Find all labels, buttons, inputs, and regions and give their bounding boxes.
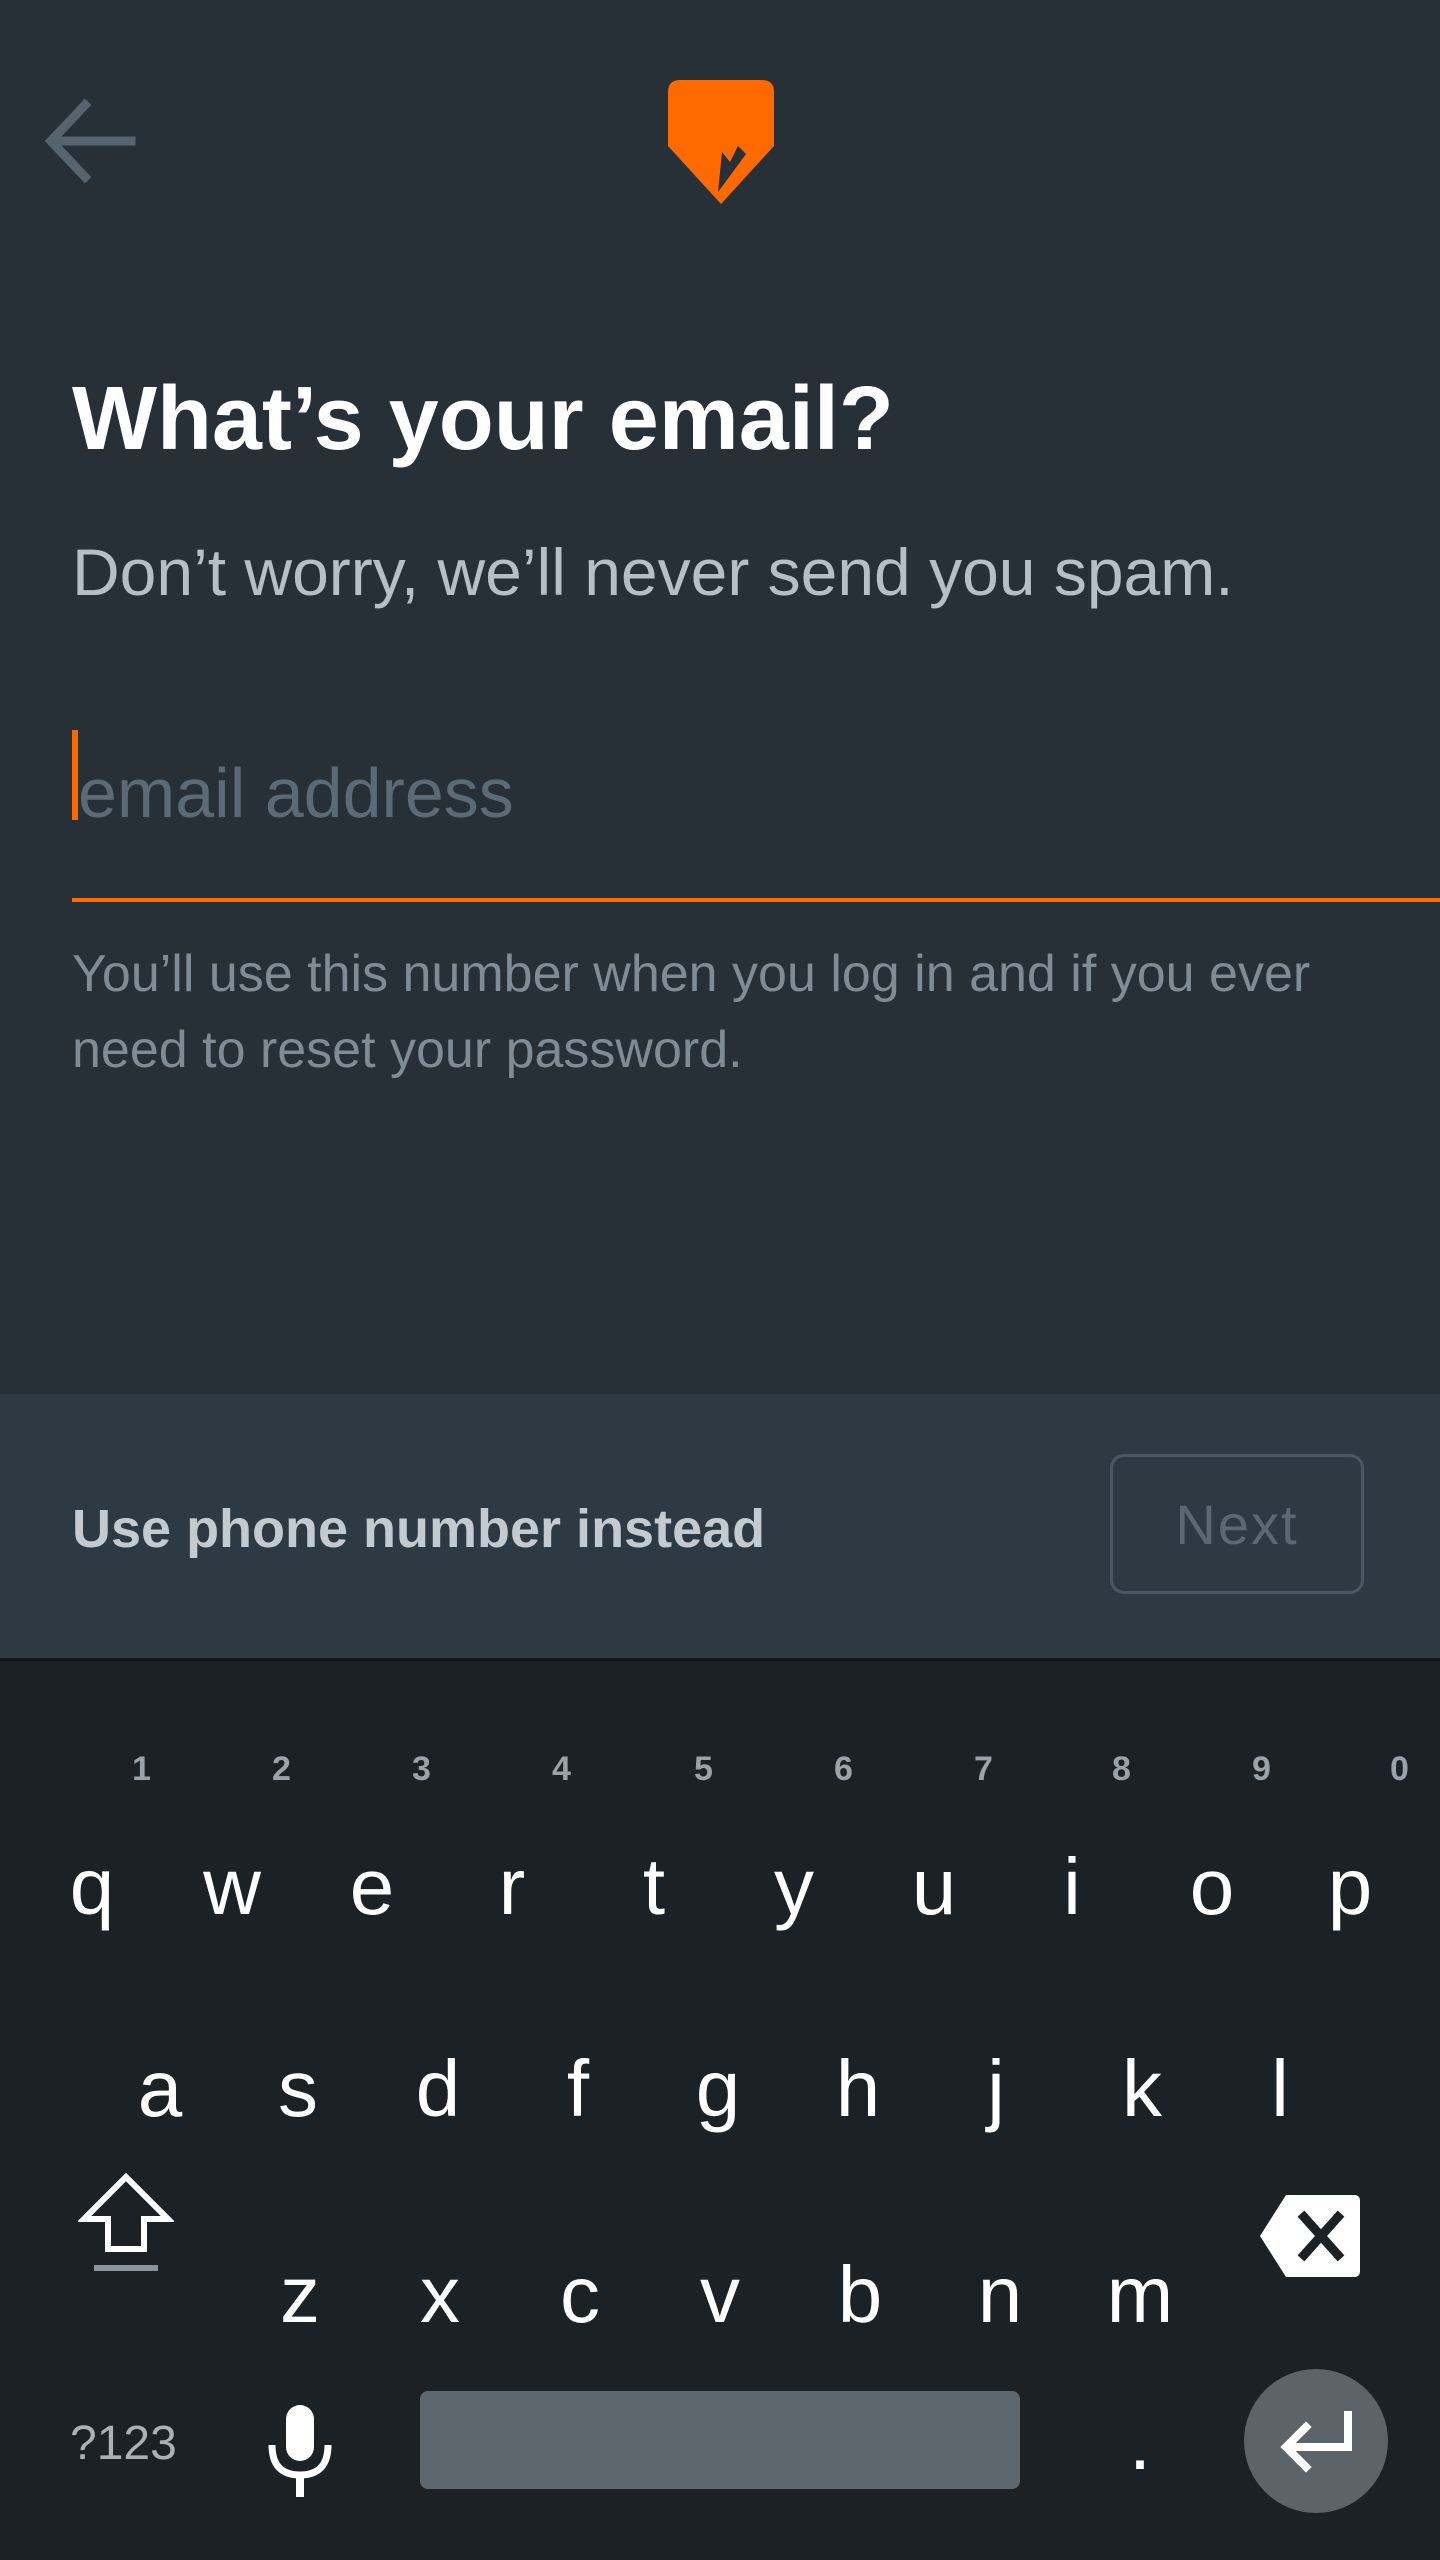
delete-key[interactable]: [1258, 2191, 1362, 2281]
key-w[interactable]: w: [162, 1837, 302, 1937]
key-y[interactable]: y: [724, 1837, 864, 1937]
page-title: What’s your email?: [72, 369, 894, 469]
key-hint-5: 5: [694, 1750, 713, 1788]
period-key[interactable]: .: [1100, 2396, 1180, 2488]
key-j[interactable]: j: [926, 2039, 1066, 2139]
helper-text: You’ll use this number when you log in a…: [72, 945, 1311, 1079]
page-subtitle: Don’t worry, we’ll never send you spam.: [72, 535, 1234, 609]
key-f[interactable]: f: [508, 2039, 648, 2139]
key-a[interactable]: a: [90, 2039, 230, 2139]
key-q[interactable]: q: [22, 1837, 162, 1937]
use-phone-link[interactable]: Use phone number instead: [72, 1498, 765, 1560]
key-hint-6: 6: [834, 1750, 853, 1788]
enter-key[interactable]: [1244, 2369, 1388, 2513]
key-r[interactable]: r: [442, 1837, 582, 1937]
shift-indicator: [94, 2265, 158, 2271]
email-input[interactable]: [72, 718, 1440, 868]
key-hint-0: 0: [1390, 1750, 1409, 1788]
next-button[interactable]: Next: [1110, 1454, 1364, 1594]
key-hint-9: 9: [1252, 1750, 1271, 1788]
space-key[interactable]: [420, 2391, 1020, 2489]
key-h[interactable]: h: [788, 2039, 928, 2139]
key-s[interactable]: s: [228, 2039, 368, 2139]
email-field[interactable]: [72, 718, 1440, 902]
key-m[interactable]: m: [1070, 2245, 1210, 2345]
key-e[interactable]: e: [302, 1837, 442, 1937]
key-z[interactable]: z: [230, 2245, 370, 2345]
key-b[interactable]: b: [790, 2245, 930, 2345]
key-hint-7: 7: [974, 1750, 993, 1788]
key-l[interactable]: l: [1210, 2039, 1350, 2139]
key-g[interactable]: g: [648, 2039, 788, 2139]
key-hint-3: 3: [412, 1750, 431, 1788]
arrow-left-icon: [44, 98, 136, 184]
shift-arrow-icon: [78, 2172, 174, 2252]
key-o[interactable]: o: [1142, 1837, 1282, 1937]
app-logo: [668, 80, 774, 204]
microphone-icon: [268, 2405, 332, 2497]
email-field-underline: [72, 898, 1440, 902]
soft-keyboard: q 1 w 2 e 3 r 4 t 5 y 6 u 7 i 8 o 9 p 0 asdfghjkl zxcvbnm ?…: [0, 1661, 1440, 2560]
key-v[interactable]: v: [650, 2245, 790, 2345]
key-hint-8: 8: [1112, 1750, 1131, 1788]
key-t[interactable]: t: [584, 1837, 724, 1937]
key-k[interactable]: k: [1072, 2039, 1212, 2139]
action-bar: Use phone number instead Next: [0, 1394, 1440, 1661]
text-caret: [72, 730, 78, 820]
shift-key[interactable]: [64, 2171, 188, 2301]
key-c[interactable]: c: [510, 2245, 650, 2345]
key-hint-1: 1: [132, 1750, 151, 1788]
enter-icon: [1280, 2411, 1352, 2473]
key-hint-2: 2: [272, 1750, 291, 1788]
logo-pin-icon: [668, 80, 774, 204]
key-u[interactable]: u: [864, 1837, 1004, 1937]
key-i[interactable]: i: [1002, 1837, 1142, 1937]
back-button[interactable]: [24, 76, 154, 206]
key-hint-4: 4: [552, 1750, 571, 1788]
key-d[interactable]: d: [368, 2039, 508, 2139]
symbols-key[interactable]: ?123: [70, 2416, 177, 2471]
backspace-icon: [1260, 2195, 1360, 2277]
key-p[interactable]: p: [1280, 1837, 1420, 1937]
key-n[interactable]: n: [930, 2245, 1070, 2345]
microphone-key[interactable]: [262, 2401, 338, 2501]
key-x[interactable]: x: [370, 2245, 510, 2345]
